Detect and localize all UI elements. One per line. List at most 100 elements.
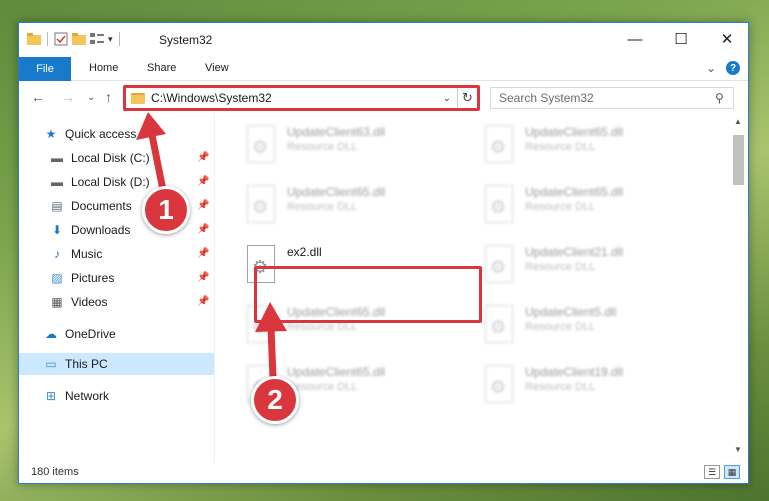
search-placeholder[interactable]: Search System32	[499, 91, 715, 105]
large-icons-view-icon[interactable]: ▦	[724, 465, 740, 479]
file-type: Resource DLL	[287, 201, 358, 213]
sidebar-item-documents[interactable]: ▤ Documents	[49, 195, 131, 217]
refresh-button[interactable]: ↻	[457, 88, 477, 108]
file-name: UpdateClient65.dll	[287, 185, 386, 199]
tab-file[interactable]: File	[19, 57, 71, 81]
search-icon[interactable]: ⚲	[715, 91, 733, 105]
scroll-up-icon[interactable]: ▲	[734, 117, 742, 126]
address-path[interactable]: C:\Windows\System32	[151, 91, 437, 105]
close-button[interactable]: ✕	[704, 23, 748, 55]
file-item[interactable]: ⚙ UpdateClient65.dll Resource DLL	[481, 181, 701, 233]
divider	[47, 32, 48, 46]
sidebar-item-label: OneDrive	[65, 327, 116, 341]
expand-ribbon-icon[interactable]: ⌄	[706, 61, 716, 75]
file-item[interactable]: ⚙ UpdateClient21.dll Resource DLL	[481, 241, 701, 293]
step-one-callout: 1	[142, 186, 190, 234]
file-type: Resource DLL	[525, 261, 596, 273]
tab-home[interactable]: Home	[89, 62, 118, 74]
back-button[interactable]: ←	[31, 89, 45, 105]
navigation-pane: ★ Quick access ▬ Local Disk (C:) 📌 ▬ Loc…	[19, 119, 214, 459]
pin-icon[interactable]: 📌	[197, 200, 209, 211]
tab-view[interactable]: View	[205, 62, 229, 74]
address-bar[interactable]: C:\Windows\System32 ⌄ ↻	[123, 85, 480, 111]
documents-icon: ▤	[51, 199, 63, 213]
pictures-icon: ▨	[51, 271, 63, 285]
minimize-button[interactable]: —	[612, 23, 658, 55]
file-item[interactable]: ⚙ UpdateClient5.dll Resource DLL	[481, 301, 701, 353]
drive-icon: ▬	[51, 175, 63, 189]
file-item[interactable]: ⚙ UpdateClient65.dll Resource DLL	[243, 181, 463, 233]
file-item[interactable]: ⚙ UpdateClient65.dll Resource DLL	[481, 121, 701, 173]
pin-icon[interactable]: 📌	[197, 224, 209, 235]
status-bar: 180 items ☰ ▦	[19, 463, 748, 483]
sidebar-item-local-disk-d[interactable]: ▬ Local Disk (D:)	[49, 171, 150, 193]
sidebar-item-videos[interactable]: ▦ Videos	[49, 291, 107, 313]
forward-button[interactable]: →	[61, 89, 75, 105]
up-button[interactable]: ↑	[105, 89, 112, 105]
sidebar-item-label: This PC	[65, 357, 108, 371]
file-type: Resource DLL	[525, 321, 596, 333]
explorer-window: ▾ System32 — ☐ ✕ File Home Share View ⌄ …	[18, 22, 749, 484]
view-options-icon[interactable]	[90, 33, 104, 45]
file-name: UpdateClient65.dll	[525, 125, 624, 139]
dll-file-icon: ⚙	[481, 365, 515, 407]
file-type: Resource DLL	[287, 381, 358, 393]
navigation-bar: ← → ⌄ ↑ C:\Windows\System32 ⌄ ↻ Search S…	[19, 85, 748, 113]
file-item[interactable]: ⚙ UpdateClient63.dll Resource DLL	[243, 121, 463, 173]
quick-access-toolbar: ▾	[27, 32, 122, 46]
sidebar-item-label: Downloads	[71, 223, 131, 237]
file-name: UpdateClient5.dll	[525, 305, 617, 319]
drive-icon: ▬	[51, 151, 63, 165]
sidebar-item-quick-access[interactable]: ★ Quick access	[43, 123, 137, 145]
recent-locations-button[interactable]: ⌄	[87, 92, 95, 103]
pin-icon[interactable]: 📌	[197, 296, 209, 307]
sidebar-item-this-pc[interactable]: ▭ This PC	[19, 353, 214, 375]
maximize-button[interactable]: ☐	[658, 23, 704, 55]
file-type: Resource DLL	[525, 201, 596, 213]
window-title: System32	[159, 33, 213, 47]
folder-icon	[27, 33, 41, 45]
pin-icon[interactable]: 📌	[197, 176, 209, 187]
sidebar-item-local-disk-c[interactable]: ▬ Local Disk (C:)	[49, 147, 150, 169]
sidebar-item-onedrive[interactable]: ☁ OneDrive	[43, 323, 116, 345]
file-item[interactable]: ⚙ UpdateClient19.dll Resource DLL	[481, 361, 701, 413]
new-folder-icon[interactable]	[72, 33, 86, 45]
divider	[118, 32, 120, 46]
details-view-icon[interactable]: ☰	[704, 465, 720, 479]
dll-file-icon: ⚙	[481, 305, 515, 347]
pane-divider[interactable]	[214, 113, 215, 463]
sidebar-item-label: Network	[65, 389, 110, 403]
properties-icon[interactable]	[54, 32, 68, 46]
music-icon: ♪	[54, 247, 60, 261]
help-icon[interactable]: ?	[726, 61, 740, 75]
file-highlight-box	[254, 266, 482, 323]
sidebar-item-music[interactable]: ♪ Music	[49, 243, 102, 265]
pin-icon[interactable]: 📌	[197, 152, 209, 163]
customize-toolbar-icon[interactable]: ▾	[108, 34, 113, 45]
dll-file-icon: ⚙	[481, 125, 515, 167]
downloads-icon: ⬇	[51, 223, 63, 237]
file-type: Resource DLL	[287, 141, 358, 153]
network-icon: ⊞	[45, 389, 57, 403]
tab-share[interactable]: Share	[147, 62, 176, 74]
sidebar-item-downloads[interactable]: ⬇ Downloads	[49, 219, 130, 241]
computer-icon: ▭	[45, 357, 57, 371]
videos-icon: ▦	[51, 295, 63, 309]
sidebar-item-pictures[interactable]: ▨ Pictures	[49, 267, 114, 289]
address-dropdown-icon[interactable]: ⌄	[437, 93, 457, 104]
pin-icon[interactable]: 📌	[197, 272, 209, 283]
scroll-down-icon[interactable]: ▼	[734, 445, 742, 454]
item-count: 180 items	[31, 466, 79, 478]
ribbon-tabs: File Home Share View ⌄ ?	[19, 57, 748, 81]
dll-file-icon: ⚙	[243, 125, 277, 167]
search-input[interactable]: Search System32 ⚲	[490, 87, 734, 109]
dll-file-icon: ⚙	[481, 245, 515, 287]
file-name: UpdateClient63.dll	[287, 125, 386, 139]
sidebar-item-network[interactable]: ⊞ Network	[43, 385, 109, 407]
sidebar-item-label: Local Disk (D:)	[71, 175, 150, 189]
pin-icon[interactable]: 📌	[197, 248, 209, 259]
dll-file-icon: ⚙	[243, 185, 277, 227]
scrollbar-thumb[interactable]	[733, 135, 744, 185]
vertical-scrollbar[interactable]: ▲ ▼	[730, 113, 747, 457]
step-two-callout: 2	[251, 376, 299, 424]
